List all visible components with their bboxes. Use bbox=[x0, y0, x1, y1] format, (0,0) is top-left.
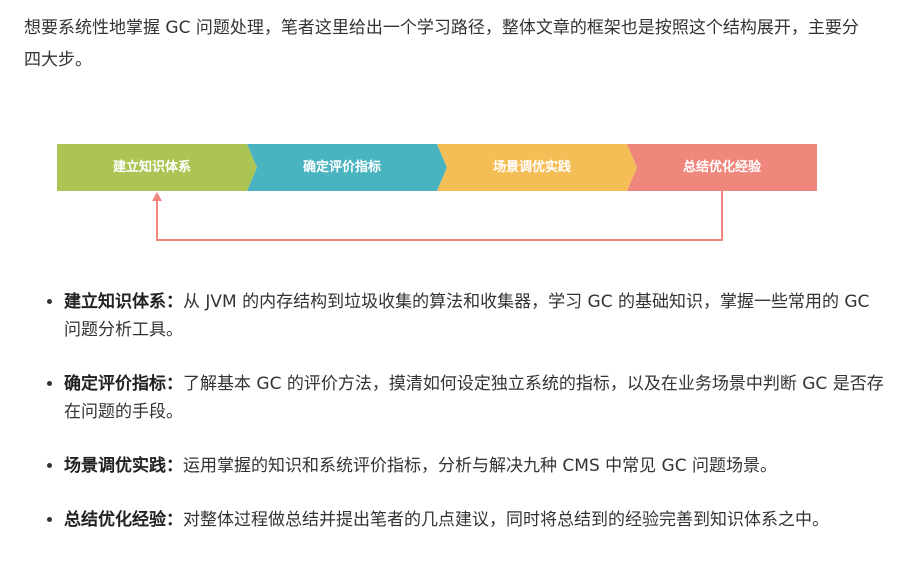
list-item-text: 对整体过程做总结并提出笔者的几点建议，同时将总结到的经验完善到知识体系之中。 bbox=[183, 510, 829, 530]
step-label-3: 场景调优实践 bbox=[492, 160, 571, 175]
step-label-4: 总结优化经验 bbox=[682, 160, 761, 175]
list-item-title: 建立知识体系： bbox=[64, 292, 183, 312]
list-item: 确定评价指标：了解基本 GC 的评价方法，摸清如何设定独立系统的指标，以及在业务… bbox=[64, 370, 884, 426]
list-item: 场景调优实践：运用掌握的知识和系统评价指标，分析与解决九种 CMS 中常见 GC… bbox=[64, 452, 884, 480]
list-item: 建立知识体系：从 JVM 的内存结构到垃圾收集的算法和收集器，学习 GC 的基础… bbox=[64, 288, 884, 344]
feedback-loop-arrowhead bbox=[152, 192, 162, 201]
step-label-2: 确定评价指标 bbox=[302, 160, 381, 175]
learning-path-diagram: 建立知识体系 确定评价指标 场景调优实践 总结优化经验 bbox=[57, 144, 817, 244]
list-item-text: 从 JVM 的内存结构到垃圾收集的算法和收集器，学习 GC 的基础知识，掌握一些… bbox=[64, 292, 870, 340]
list-item-title: 场景调优实践： bbox=[64, 456, 183, 476]
list-item-text: 运用掌握的知识和系统评价指标，分析与解决九种 CMS 中常见 GC 问题场景。 bbox=[183, 456, 777, 476]
step-label-1: 建立知识体系 bbox=[112, 160, 191, 175]
steps-bullet-list: 建立知识体系：从 JVM 的内存结构到垃圾收集的算法和收集器，学习 GC 的基础… bbox=[40, 288, 884, 560]
list-item: 总结优化经验：对整体过程做总结并提出笔者的几点建议，同时将总结到的经验完善到知识… bbox=[64, 506, 884, 534]
list-item-text: 了解基本 GC 的评价方法，摸清如何设定独立系统的指标，以及在业务场景中判断 G… bbox=[64, 374, 884, 422]
list-item-title: 确定评价指标： bbox=[64, 374, 183, 394]
list-item-title: 总结优化经验： bbox=[64, 510, 183, 530]
intro-paragraph: 想要系统性地掌握 GC 问题处理，笔者这里给出一个学习路径，整体文章的框架也是按… bbox=[24, 18, 859, 70]
feedback-loop-line bbox=[156, 191, 723, 241]
